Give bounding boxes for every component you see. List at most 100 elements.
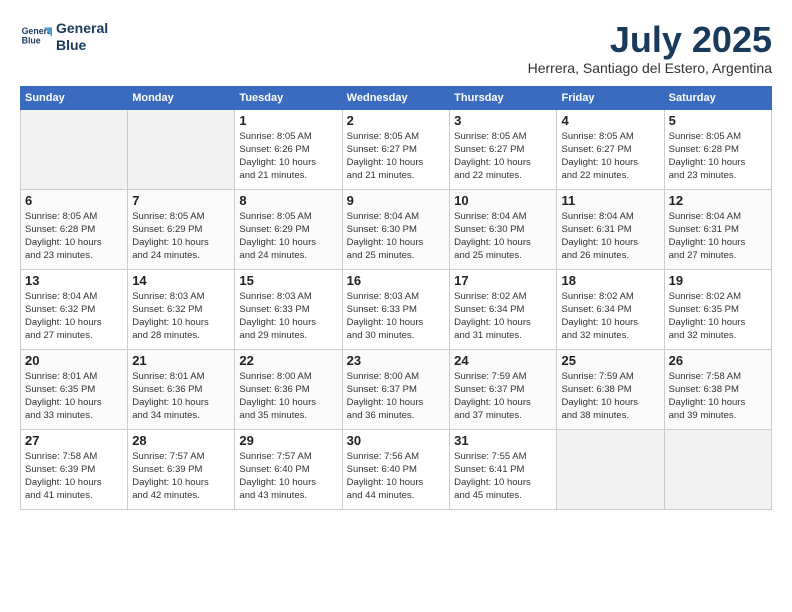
calendar-cell: [128, 109, 235, 189]
day-number: 23: [347, 353, 445, 368]
calendar-cell: 9 Sunrise: 8:04 AMSunset: 6:30 PMDaylight…: [342, 189, 449, 269]
day-detail: Sunrise: 8:03 AMSunset: 6:33 PMDaylight:…: [347, 290, 445, 343]
calendar-week-row: 20 Sunrise: 8:01 AMSunset: 6:35 PMDayligh…: [21, 349, 772, 429]
location-title: Herrera, Santiago del Estero, Argentina: [528, 60, 772, 76]
calendar-cell: 16 Sunrise: 8:03 AMSunset: 6:33 PMDayligh…: [342, 269, 449, 349]
calendar-week-row: 1Sunrise: 8:05 AMSunset: 6:26 PMDaylight…: [21, 109, 772, 189]
weekday-header: Thursday: [450, 86, 557, 109]
day-detail: Sunrise: 7:58 AMSunset: 6:38 PMDaylight:…: [669, 370, 767, 423]
day-detail: Sunrise: 8:01 AMSunset: 6:35 PMDaylight:…: [25, 370, 123, 423]
day-detail: Sunrise: 8:03 AMSunset: 6:32 PMDaylight:…: [132, 290, 230, 343]
calendar-cell: 4 Sunrise: 8:05 AMSunset: 6:27 PMDaylight…: [557, 109, 664, 189]
weekday-header: Friday: [557, 86, 664, 109]
day-detail: Sunrise: 7:57 AMSunset: 6:40 PMDaylight:…: [239, 450, 337, 503]
day-detail: Sunrise: 8:04 AMSunset: 6:32 PMDaylight:…: [25, 290, 123, 343]
calendar-cell: 26Sunrise: 7:58 AMSunset: 6:38 PMDayligh…: [664, 349, 771, 429]
day-detail: Sunrise: 8:05 AMSunset: 6:27 PMDaylight:…: [347, 130, 445, 183]
day-number: 18: [561, 273, 659, 288]
day-number: 21: [132, 353, 230, 368]
day-number: 9: [347, 193, 445, 208]
day-number: 30: [347, 433, 445, 448]
day-detail: Sunrise: 7:58 AMSunset: 6:39 PMDaylight:…: [25, 450, 123, 503]
calendar-cell: 17Sunrise: 8:02 AMSunset: 6:34 PMDayligh…: [450, 269, 557, 349]
day-number: 2: [347, 113, 445, 128]
calendar-cell: 7Sunrise: 8:05 AMSunset: 6:29 PMDaylight…: [128, 189, 235, 269]
logo-text: General: [56, 20, 108, 37]
weekday-header: Tuesday: [235, 86, 342, 109]
calendar-cell: [21, 109, 128, 189]
day-detail: Sunrise: 8:04 AMSunset: 6:30 PMDaylight:…: [454, 210, 552, 263]
day-number: 15: [239, 273, 337, 288]
day-detail: Sunrise: 8:02 AMSunset: 6:35 PMDaylight:…: [669, 290, 767, 343]
day-detail: Sunrise: 8:05 AMSunset: 6:28 PMDaylight:…: [25, 210, 123, 263]
day-detail: Sunrise: 8:05 AMSunset: 6:27 PMDaylight:…: [561, 130, 659, 183]
calendar-cell: 31Sunrise: 7:55 AMSunset: 6:41 PMDayligh…: [450, 429, 557, 509]
calendar-cell: 5 Sunrise: 8:05 AMSunset: 6:28 PMDaylight…: [664, 109, 771, 189]
calendar-cell: 8 Sunrise: 8:05 AMSunset: 6:29 PMDaylight…: [235, 189, 342, 269]
day-detail: Sunrise: 8:01 AMSunset: 6:36 PMDaylight:…: [132, 370, 230, 423]
day-number: 4: [561, 113, 659, 128]
day-number: 22: [239, 353, 337, 368]
day-detail: Sunrise: 7:59 AMSunset: 6:37 PMDaylight:…: [454, 370, 552, 423]
calendar-cell: 27Sunrise: 7:58 AMSunset: 6:39 PMDayligh…: [21, 429, 128, 509]
day-number: 5: [669, 113, 767, 128]
title-block: July 2025 Herrera, Santiago del Estero, …: [528, 20, 772, 76]
calendar-cell: [557, 429, 664, 509]
calendar-cell: 15Sunrise: 8:03 AMSunset: 6:33 PMDayligh…: [235, 269, 342, 349]
day-detail: Sunrise: 8:05 AMSunset: 6:28 PMDaylight:…: [669, 130, 767, 183]
calendar-cell: 6 Sunrise: 8:05 AMSunset: 6:28 PMDaylight…: [21, 189, 128, 269]
day-detail: Sunrise: 8:05 AMSunset: 6:29 PMDaylight:…: [132, 210, 230, 263]
day-number: 10: [454, 193, 552, 208]
day-detail: Sunrise: 8:00 AMSunset: 6:37 PMDaylight:…: [347, 370, 445, 423]
calendar-cell: 11Sunrise: 8:04 AMSunset: 6:31 PMDayligh…: [557, 189, 664, 269]
calendar-cell: 20 Sunrise: 8:01 AMSunset: 6:35 PMDayligh…: [21, 349, 128, 429]
logo-icon: General Blue: [20, 21, 52, 53]
weekday-header: Wednesday: [342, 86, 449, 109]
day-number: 31: [454, 433, 552, 448]
calendar-table: SundayMondayTuesdayWednesdayThursdayFrid…: [20, 86, 772, 510]
day-number: 11: [561, 193, 659, 208]
calendar-week-row: 6 Sunrise: 8:05 AMSunset: 6:28 PMDaylight…: [21, 189, 772, 269]
calendar-cell: 2 Sunrise: 8:05 AMSunset: 6:27 PMDaylight…: [342, 109, 449, 189]
day-detail: Sunrise: 8:05 AMSunset: 6:26 PMDaylight:…: [239, 130, 337, 183]
logo-text2: Blue: [56, 37, 108, 54]
calendar-cell: 1Sunrise: 8:05 AMSunset: 6:26 PMDaylight…: [235, 109, 342, 189]
calendar-cell: 13 Sunrise: 8:04 AMSunset: 6:32 PMDayligh…: [21, 269, 128, 349]
page-header: General Blue General Blue July 2025 Herr…: [20, 20, 772, 76]
day-number: 8: [239, 193, 337, 208]
day-number: 16: [347, 273, 445, 288]
calendar-week-row: 27Sunrise: 7:58 AMSunset: 6:39 PMDayligh…: [21, 429, 772, 509]
calendar-cell: 12Sunrise: 8:04 AMSunset: 6:31 PMDayligh…: [664, 189, 771, 269]
calendar-cell: 19 Sunrise: 8:02 AMSunset: 6:35 PMDayligh…: [664, 269, 771, 349]
day-number: 20: [25, 353, 123, 368]
weekday-header: Saturday: [664, 86, 771, 109]
day-detail: Sunrise: 8:02 AMSunset: 6:34 PMDaylight:…: [561, 290, 659, 343]
day-number: 25: [561, 353, 659, 368]
calendar-cell: 29 Sunrise: 7:57 AMSunset: 6:40 PMDayligh…: [235, 429, 342, 509]
day-number: 28: [132, 433, 230, 448]
day-detail: Sunrise: 8:05 AMSunset: 6:27 PMDaylight:…: [454, 130, 552, 183]
calendar-cell: 25Sunrise: 7:59 AMSunset: 6:38 PMDayligh…: [557, 349, 664, 429]
day-detail: Sunrise: 7:57 AMSunset: 6:39 PMDaylight:…: [132, 450, 230, 503]
day-number: 19: [669, 273, 767, 288]
day-number: 13: [25, 273, 123, 288]
day-number: 29: [239, 433, 337, 448]
day-number: 6: [25, 193, 123, 208]
day-detail: Sunrise: 7:56 AMSunset: 6:40 PMDaylight:…: [347, 450, 445, 503]
calendar-cell: 22Sunrise: 8:00 AMSunset: 6:36 PMDayligh…: [235, 349, 342, 429]
svg-text:Blue: Blue: [22, 35, 41, 45]
day-number: 24: [454, 353, 552, 368]
day-detail: Sunrise: 8:05 AMSunset: 6:29 PMDaylight:…: [239, 210, 337, 263]
header-row: SundayMondayTuesdayWednesdayThursdayFrid…: [21, 86, 772, 109]
day-number: 14: [132, 273, 230, 288]
calendar-cell: 14 Sunrise: 8:03 AMSunset: 6:32 PMDayligh…: [128, 269, 235, 349]
day-detail: Sunrise: 8:04 AMSunset: 6:31 PMDaylight:…: [669, 210, 767, 263]
calendar-cell: 24 Sunrise: 7:59 AMSunset: 6:37 PMDayligh…: [450, 349, 557, 429]
weekday-header: Monday: [128, 86, 235, 109]
calendar-cell: 30 Sunrise: 7:56 AMSunset: 6:40 PMDayligh…: [342, 429, 449, 509]
weekday-header: Sunday: [21, 86, 128, 109]
calendar-cell: 10 Sunrise: 8:04 AMSunset: 6:30 PMDayligh…: [450, 189, 557, 269]
day-detail: Sunrise: 8:04 AMSunset: 6:30 PMDaylight:…: [347, 210, 445, 263]
calendar-cell: 28 Sunrise: 7:57 AMSunset: 6:39 PMDayligh…: [128, 429, 235, 509]
month-title: July 2025: [528, 20, 772, 60]
